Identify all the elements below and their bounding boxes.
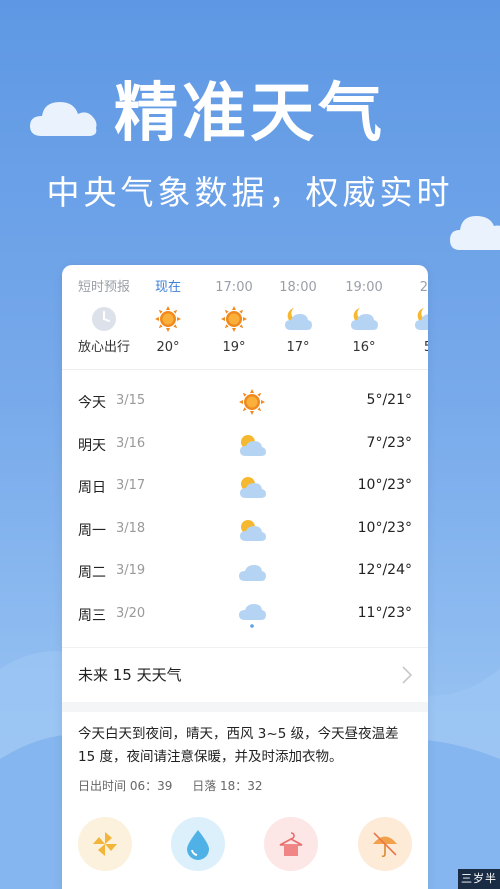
moon-cloud-icon xyxy=(351,308,378,330)
water-drop-icon xyxy=(187,830,209,860)
moon-cloud-icon xyxy=(285,308,312,330)
decorative-cloud-right xyxy=(450,216,500,250)
hourly-item[interactable]: 现在 20° xyxy=(136,279,200,357)
hourly-time: 20 xyxy=(419,280,428,295)
daily-row[interactable]: 周二 3/19 12°/24° xyxy=(62,550,428,593)
daily-date: 3/15 xyxy=(116,393,146,408)
hourly-item[interactable]: 19:00 16° xyxy=(332,279,396,357)
hourly-forecast[interactable]: 短时预报 放心出行 现在 20° 17:00 19° 18:00 17° 19:… xyxy=(62,265,428,365)
daily-row[interactable]: 明天 3/16 7°/23° xyxy=(62,423,428,466)
daily-day: 明天 xyxy=(78,437,106,454)
sun-icon xyxy=(155,306,181,332)
daily-temp-range: 10°/23° xyxy=(357,477,412,493)
daily-temp-range: 10°/23° xyxy=(357,519,412,536)
cloud-icon xyxy=(239,565,266,581)
hourly-time: 18:00 xyxy=(279,280,317,295)
daily-day: 周二 xyxy=(78,565,106,581)
daily-temp-range: 11°/23° xyxy=(357,604,412,621)
chevron-right-icon xyxy=(402,666,412,684)
hourly-item[interactable]: 18:00 17° xyxy=(266,279,330,357)
wind-index-button[interactable] xyxy=(78,817,132,871)
clock-icon xyxy=(92,307,116,331)
hourly-label-column: 短时预报 放心出行 xyxy=(72,279,136,357)
daily-date: 3/20 xyxy=(116,605,146,621)
umbrella-icon xyxy=(373,832,397,858)
daily-temp-range: 7°/23° xyxy=(366,434,412,451)
hourly-temp: 20° xyxy=(156,340,180,355)
hourly-item[interactable]: 20 5 xyxy=(396,279,428,357)
partly-cloudy-icon xyxy=(240,519,266,541)
sun-icon xyxy=(239,389,265,415)
daily-row[interactable]: 周一 3/18 10°/23° xyxy=(62,508,428,551)
daily-forecast-list: 今天 3/15 5°/21° 明天 3/16 7°/23° 周日 3/17 10… xyxy=(62,380,428,635)
daily-row[interactable]: 周日 3/17 10°/23° xyxy=(62,465,428,508)
daily-temp-range: 12°/24° xyxy=(357,562,412,578)
daily-date: 3/16 xyxy=(116,435,146,451)
clothing-index-button[interactable] xyxy=(264,817,318,871)
daily-row[interactable]: 今天 3/15 5°/21° xyxy=(62,380,428,423)
divider xyxy=(62,369,428,370)
weather-description: 今天白天到夜间，晴天，西风 3~5 级，今天昼夜温差 15 度，夜间请注意保暖，… xyxy=(78,726,399,765)
partly-cloudy-icon xyxy=(240,477,266,498)
daily-day: 周一 xyxy=(78,522,106,539)
partly-cloudy-icon xyxy=(240,434,266,456)
section-gap xyxy=(62,702,428,712)
hourly-temp: 19° xyxy=(222,340,246,355)
umbrella-index-button[interactable] xyxy=(358,817,412,871)
daily-day: 今天 xyxy=(78,395,106,411)
sun-icon xyxy=(221,306,247,332)
moon-cloud-icon xyxy=(415,308,428,330)
daily-temp-range: 5°/21° xyxy=(366,392,412,408)
daily-row[interactable]: 周三 3/20 11°/23° xyxy=(62,593,428,636)
hourly-label-sub: 放心出行 xyxy=(77,340,130,355)
pinwheel-icon xyxy=(93,832,117,856)
hero-title: 精准天气 xyxy=(114,77,386,151)
sunset-time: 日落 18：32 xyxy=(192,779,263,793)
daily-date: 3/18 xyxy=(116,520,146,536)
life-index-icons xyxy=(62,817,428,877)
hourly-item[interactable]: 17:00 19° xyxy=(202,279,266,357)
fifteen-day-forecast-label: 未来 15 天天气 xyxy=(78,666,182,684)
fifteen-day-forecast-link[interactable]: 未来 15 天天气 xyxy=(62,647,428,702)
hourly-time: 19:00 xyxy=(345,280,383,295)
clothes-hanger-icon xyxy=(279,832,303,856)
hourly-temp: 5 xyxy=(396,339,428,357)
hourly-temp: 16° xyxy=(352,340,376,355)
hourly-time: 现在 xyxy=(154,280,181,295)
sunrise-time: 日出时间 06：39 xyxy=(78,779,173,793)
light-rain-icon xyxy=(239,603,266,628)
hourly-label: 短时预报 xyxy=(77,280,130,295)
weather-card: 短时预报 放心出行 现在 20° 17:00 19° 18:00 17° 19:… xyxy=(62,265,428,889)
hourly-temp: 17° xyxy=(286,340,310,355)
hero-subtitle: 中央气象数据，权威实时 xyxy=(46,173,454,212)
daily-date: 3/17 xyxy=(116,478,146,493)
hourly-time: 17:00 xyxy=(215,280,253,295)
humidity-index-button[interactable] xyxy=(171,817,225,871)
daily-day: 周三 xyxy=(78,607,106,624)
daily-date: 3/19 xyxy=(116,563,146,578)
sun-times: 日出时间 06：39 日落 18：32 xyxy=(78,777,267,794)
watermark: 三岁半 xyxy=(458,869,500,889)
daily-day: 周日 xyxy=(78,480,106,496)
